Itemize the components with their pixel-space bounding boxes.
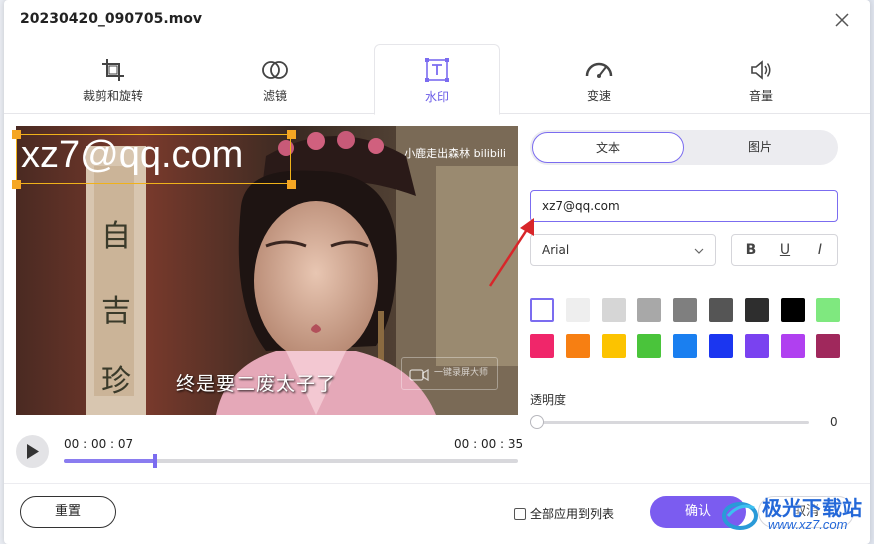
apply-all-option[interactable]: 全部应用到列表 [514, 505, 614, 522]
color-swatch[interactable] [637, 334, 662, 358]
color-swatch[interactable] [816, 298, 841, 322]
color-swatch[interactable] [601, 298, 626, 322]
progress-fill [64, 459, 155, 463]
color-swatch[interactable] [780, 334, 805, 358]
site-url: www.xz7.com [768, 517, 848, 532]
color-swatch[interactable] [744, 298, 769, 322]
italic-button[interactable]: I [809, 239, 831, 261]
color-swatch[interactable] [816, 334, 841, 358]
text-watermark-icon [425, 58, 449, 82]
total-time: 00 : 00 : 35 [454, 437, 524, 451]
underline-button[interactable]: U [774, 239, 796, 261]
channel-logo: 小鹿走出森林 bilibili [404, 147, 506, 160]
color-swatch[interactable] [565, 334, 590, 358]
tab-speed[interactable]: 变速 [536, 44, 662, 114]
color-swatch[interactable] [637, 298, 662, 322]
reset-button[interactable]: 重置 [20, 496, 116, 528]
color-swatch[interactable] [744, 334, 769, 358]
recorder-badge-label: 一键录屏大师 [434, 368, 489, 378]
filter-icon [262, 61, 288, 79]
font-select[interactable]: Arial [530, 234, 716, 266]
annotation-arrow-icon [488, 218, 534, 287]
watermark-type-toggle: 文本 图片 [530, 130, 838, 165]
speedometer-icon [585, 62, 613, 78]
bold-button[interactable]: B [740, 239, 762, 261]
tab-volume[interactable]: 音量 [698, 44, 824, 114]
color-swatch[interactable] [565, 298, 590, 322]
crop-icon [102, 59, 124, 81]
tab-label: 变速 [586, 89, 611, 103]
tab-label: 音量 [748, 89, 773, 103]
camera-icon [409, 368, 429, 382]
play-icon [27, 444, 39, 459]
tab-bar: 裁剪和旋转 滤镜 水印 变速 音量 [4, 44, 870, 115]
watermark-text: xz7@qq.com [21, 134, 244, 176]
opacity-label: 透明度 [530, 393, 567, 407]
edit-dialog: 20230420_090705.mov 裁剪和旋转 滤镜 水印 变速 音量 自 … [4, 0, 870, 544]
svg-text:自: 自 [101, 219, 131, 254]
site-watermark: 极光下载站 www.xz7.com [718, 492, 870, 540]
svg-text:吉: 吉 [101, 294, 131, 329]
color-swatch[interactable] [780, 298, 805, 322]
tab-watermark[interactable]: 水印 [374, 44, 500, 115]
play-button[interactable] [16, 435, 49, 468]
video-preview: 自 吉 珍 小鹿走出森林 bilibili 终是要二废太子了 一键录屏大师 xz… [16, 126, 518, 415]
font-select-value: Arial [542, 243, 570, 257]
speaker-icon [751, 60, 771, 80]
apply-all-checkbox[interactable] [514, 508, 526, 520]
color-swatch[interactable] [709, 298, 733, 322]
recorder-badge: 一键录屏大师 [401, 357, 498, 390]
current-time: 00 : 00 : 07 [64, 437, 134, 451]
text-style-group: B U I [731, 234, 838, 266]
tab-label: 裁剪和旋转 [82, 89, 143, 103]
type-text-option[interactable]: 文本 [532, 132, 684, 163]
site-logo-icon [722, 502, 758, 530]
tab-label: 水印 [424, 90, 449, 104]
opacity-slider-thumb[interactable] [530, 415, 544, 429]
progress-thumb[interactable] [152, 454, 157, 468]
apply-all-label: 全部应用到列表 [530, 507, 615, 521]
resize-handle-bottom-left[interactable] [12, 180, 21, 189]
chevron-down-icon [694, 248, 704, 254]
tab-label: 滤镜 [262, 89, 287, 103]
opacity-value: 0 [830, 415, 838, 429]
progress-bar[interactable] [64, 454, 518, 468]
svg-text:珍: 珍 [101, 364, 131, 399]
resize-handle-top-right[interactable] [287, 130, 296, 139]
color-swatch[interactable] [673, 334, 698, 358]
color-swatch[interactable] [709, 334, 733, 358]
close-icon [835, 13, 849, 27]
type-image-option[interactable]: 图片 [684, 132, 836, 163]
color-swatch[interactable] [673, 298, 698, 322]
close-button[interactable] [832, 10, 852, 30]
watermark-bounding-box[interactable]: xz7@qq.com [16, 134, 291, 184]
tab-filter[interactable]: 滤镜 [212, 44, 338, 114]
resize-handle-bottom-right[interactable] [287, 180, 296, 189]
color-swatch[interactable] [530, 298, 554, 322]
window-title: 20230420_090705.mov [20, 11, 203, 27]
tab-crop[interactable]: 裁剪和旋转 [50, 44, 176, 114]
color-swatch[interactable] [601, 334, 626, 358]
footer-divider [4, 483, 870, 484]
resize-handle-top-left[interactable] [12, 130, 21, 139]
watermark-text-input[interactable] [530, 190, 838, 222]
video-subtitle: 终是要二废太子了 [176, 373, 337, 395]
opacity-slider-track[interactable] [537, 421, 809, 424]
color-swatch[interactable] [530, 334, 554, 358]
